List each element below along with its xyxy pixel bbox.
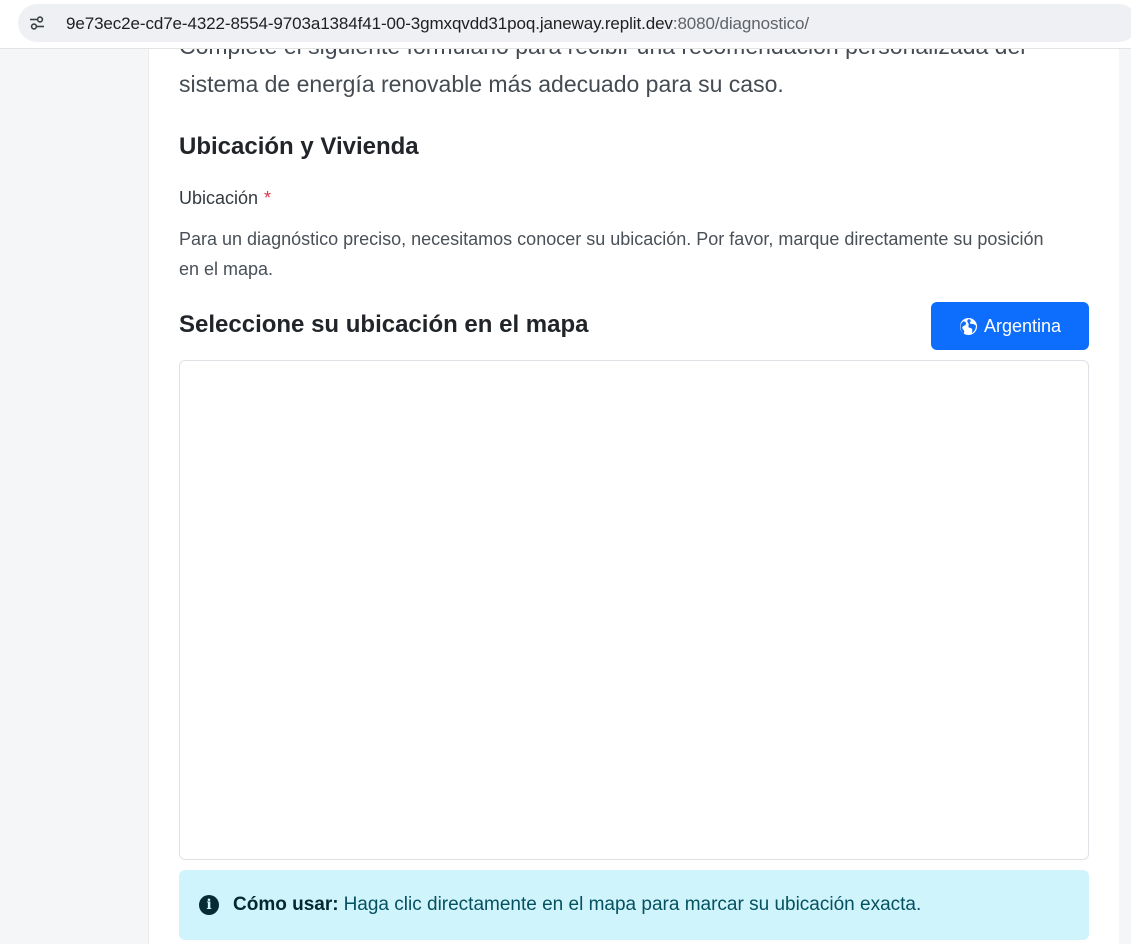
globe-icon bbox=[959, 317, 978, 336]
page-background-right bbox=[1119, 49, 1131, 944]
info-icon: i bbox=[199, 895, 219, 915]
page-background-left bbox=[0, 49, 148, 944]
url-field[interactable]: 9e73ec2e-cd7e-4322-8554-9703a1384f41-00-… bbox=[18, 4, 1131, 42]
required-mark: * bbox=[264, 188, 272, 208]
location-label-text: Ubicación bbox=[179, 188, 259, 208]
info-alert-heading: Cómo usar: bbox=[233, 894, 339, 915]
url-path: :8080/diagnostico/ bbox=[672, 14, 810, 33]
url-text[interactable]: 9e73ec2e-cd7e-4322-8554-9703a1384f41-00-… bbox=[66, 14, 809, 34]
lead-text: Complete el siguiente formulario para re… bbox=[179, 49, 1025, 97]
form-card: Complete el siguiente formulario para re… bbox=[148, 49, 1120, 944]
map-area[interactable] bbox=[179, 360, 1089, 860]
location-label: Ubicación * bbox=[179, 188, 271, 209]
country-button-label: Argentina bbox=[983, 315, 1062, 336]
info-alert: i Cómo usar: Haga clic directamente en e… bbox=[179, 870, 1089, 940]
help-text: Para un diagnóstico preciso, necesitamos… bbox=[179, 229, 1044, 279]
map-title: Seleccione su ubicación en el mapa bbox=[179, 311, 589, 338]
url-host: 9e73ec2e-cd7e-4322-8554-9703a1384f41-00-… bbox=[66, 14, 673, 33]
tune-icon[interactable] bbox=[29, 15, 45, 31]
info-alert-text: Haga clic directamente en el mapa para m… bbox=[343, 894, 922, 915]
section-title: Ubicación y Vivienda bbox=[179, 133, 419, 160]
country-button[interactable]: Argentina bbox=[931, 302, 1089, 350]
browser-address-bar: 9e73ec2e-cd7e-4322-8554-9703a1384f41-00-… bbox=[0, 0, 1131, 49]
